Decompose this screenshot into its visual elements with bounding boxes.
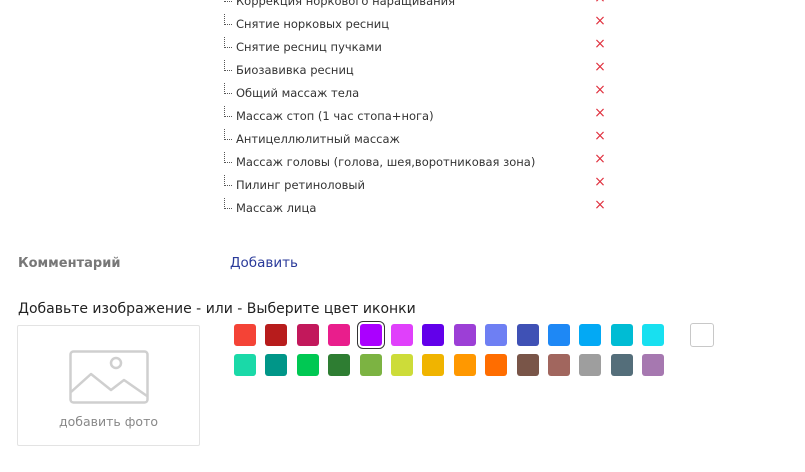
service-row: Снятие норковых ресниц × [224, 12, 624, 35]
tree-connector [224, 129, 232, 140]
color-swatch[interactable] [548, 354, 570, 376]
color-swatch[interactable] [297, 324, 319, 346]
services-list: Коррекция норкового наращивания×Снятие н… [224, 0, 624, 219]
tree-connector [224, 106, 232, 117]
service-row: Массаж головы (голова, шея,воротниковая … [224, 150, 624, 173]
tree-connector [224, 0, 232, 2]
service-row: Снятие ресниц пучками × [224, 35, 624, 58]
service-row: Общий массаж тела × [224, 81, 624, 104]
color-swatch[interactable] [485, 324, 507, 346]
color-swatch[interactable] [328, 354, 350, 376]
color-swatch[interactable] [642, 324, 664, 346]
color-swatch[interactable] [328, 324, 350, 346]
color-swatch[interactable] [454, 324, 476, 346]
service-label: Снятие норковых ресниц [236, 17, 390, 31]
tree-connector [224, 152, 232, 163]
color-swatch[interactable] [360, 324, 382, 346]
service-label: Биозавивка ресниц [236, 63, 354, 77]
remove-service-icon[interactable]: × [593, 14, 607, 28]
color-swatch[interactable] [265, 354, 287, 376]
service-row: Коррекция норкового наращивания × [224, 0, 624, 12]
service-label: Массаж лица [236, 201, 317, 215]
color-swatch[interactable] [360, 354, 382, 376]
remove-service-icon[interactable]: × [593, 60, 607, 74]
color-swatch[interactable] [579, 354, 601, 376]
service-label: Пилинг ретиноловый [236, 178, 365, 192]
remove-service-icon[interactable]: × [593, 152, 607, 166]
color-swatch[interactable] [454, 354, 476, 376]
color-swatch[interactable] [265, 324, 287, 346]
remove-service-icon[interactable]: × [593, 83, 607, 97]
color-swatch[interactable] [234, 324, 256, 346]
image-placeholder-icon [69, 350, 149, 404]
service-row: Пилинг ретиноловый × [224, 173, 624, 196]
service-row: Массаж стоп (1 час стопа+нога) × [224, 104, 624, 127]
color-swatch[interactable] [579, 324, 601, 346]
add-photo-label: добавить фото [58, 414, 159, 429]
service-label: Коррекция норкового наращивания [236, 0, 456, 8]
service-label: Массаж стоп (1 час стопа+нога) [236, 109, 434, 123]
tree-connector [224, 60, 232, 71]
tree-connector [224, 175, 232, 186]
add-comment-link[interactable]: Добавить [230, 255, 298, 271]
color-swatch[interactable] [422, 354, 444, 376]
tree-connector [224, 83, 232, 94]
remove-service-icon[interactable]: × [593, 129, 607, 143]
color-swatch[interactable] [611, 324, 633, 346]
remove-service-icon[interactable]: × [593, 198, 607, 212]
color-swatch-white[interactable] [690, 323, 714, 347]
add-photo-button[interactable]: добавить фото [17, 325, 200, 446]
service-row: Массаж лица × [224, 196, 624, 219]
tree-connector [224, 198, 232, 209]
service-label: Снятие ресниц пучками [236, 40, 382, 54]
color-swatch[interactable] [297, 354, 319, 376]
color-swatch[interactable] [391, 354, 413, 376]
remove-service-icon[interactable]: × [593, 37, 607, 51]
color-swatch[interactable] [548, 324, 570, 346]
service-row: Антицеллюлитный массаж × [224, 127, 624, 150]
service-label: Общий массаж тела [236, 86, 360, 100]
comment-label: Комментарий [18, 256, 121, 271]
remove-service-icon[interactable]: × [593, 175, 607, 189]
service-label: Массаж головы (голова, шея,воротниковая … [236, 155, 536, 169]
remove-service-icon[interactable]: × [593, 0, 607, 5]
service-label: Антицеллюлитный массаж [236, 132, 400, 146]
image-section-heading: Добавьте изображение - или - Выберите цв… [18, 301, 416, 317]
tree-connector [224, 37, 232, 48]
color-swatch[interactable] [517, 324, 539, 346]
remove-service-icon[interactable]: × [593, 106, 607, 120]
service-row: Биозавивка ресниц × [224, 58, 624, 81]
color-swatch[interactable] [642, 354, 664, 376]
color-swatch[interactable] [485, 354, 507, 376]
color-swatch[interactable] [517, 354, 539, 376]
tree-connector [224, 14, 232, 25]
color-swatch[interactable] [391, 324, 413, 346]
color-swatch[interactable] [234, 354, 256, 376]
color-swatch[interactable] [611, 354, 633, 376]
color-swatch[interactable] [422, 324, 444, 346]
